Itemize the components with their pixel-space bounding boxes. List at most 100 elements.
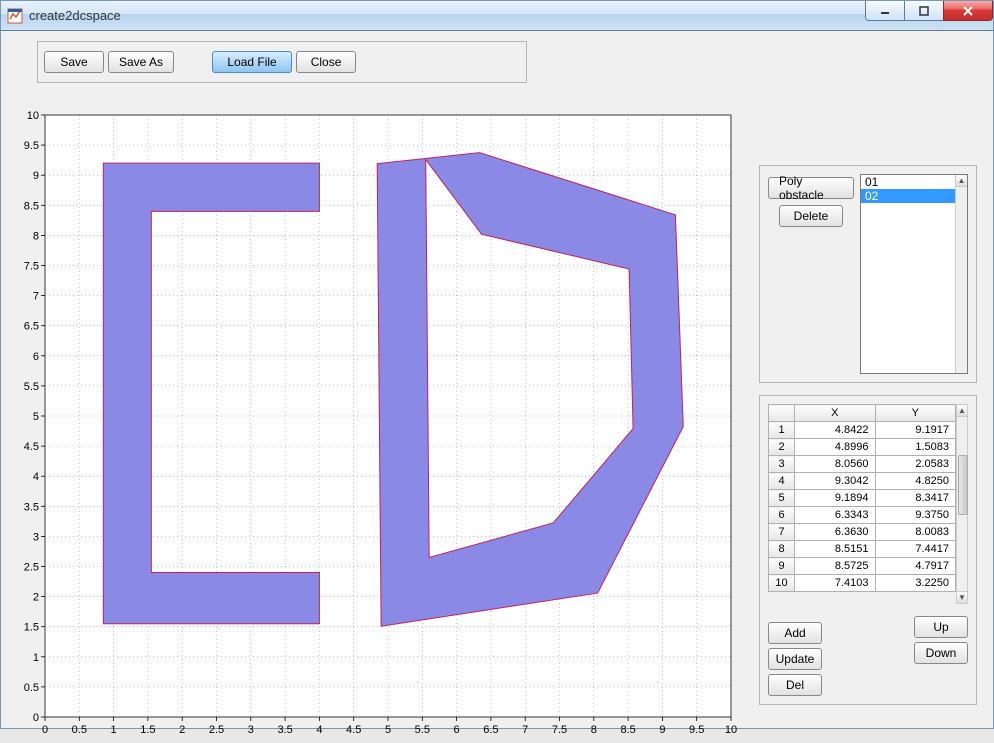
cell-y[interactable]: 1.5083	[875, 439, 956, 456]
app-icon	[7, 8, 23, 24]
svg-text:5.5: 5.5	[415, 724, 430, 736]
listbox-scrollbar[interactable]: ▲	[955, 175, 967, 373]
svg-text:3.5: 3.5	[277, 724, 292, 736]
minimize-button[interactable]	[865, 1, 905, 21]
cspace-plot[interactable]: 00.511.522.533.544.555.566.577.588.599.5…	[13, 107, 739, 743]
table-row[interactable]: 88.51517.4417	[769, 541, 956, 558]
move-down-button[interactable]: Down	[914, 642, 968, 664]
save-button[interactable]: Save	[44, 51, 104, 73]
cell-y[interactable]: 3.2250	[875, 575, 956, 592]
row-index: 5	[769, 490, 795, 507]
delete-obstacle-button[interactable]: Delete	[779, 205, 843, 227]
cell-x[interactable]: 6.3343	[795, 507, 876, 524]
add-vertex-button[interactable]: Add	[768, 622, 822, 644]
cell-x[interactable]: 9.3042	[795, 473, 876, 490]
row-index: 10	[769, 575, 795, 592]
cell-x[interactable]: 6.3630	[795, 524, 876, 541]
scroll-thumb[interactable]	[958, 455, 968, 515]
svg-text:4: 4	[316, 724, 322, 736]
svg-text:7.5: 7.5	[552, 724, 567, 736]
svg-text:0: 0	[42, 724, 48, 736]
svg-text:1: 1	[111, 724, 117, 736]
vertex-table[interactable]: X Y 14.84229.191724.89961.508338.05602.0…	[768, 404, 956, 592]
svg-text:8: 8	[591, 724, 597, 736]
cell-x[interactable]: 4.8422	[795, 422, 876, 439]
move-up-button[interactable]: Up	[914, 616, 968, 638]
list-item[interactable]: 01	[861, 175, 967, 189]
table-row[interactable]: 76.36308.0083	[769, 524, 956, 541]
vertex-panel: X Y 14.84229.191724.89961.508338.05602.0…	[759, 395, 977, 705]
row-index: 6	[769, 507, 795, 524]
row-index: 3	[769, 456, 795, 473]
svg-text:5: 5	[33, 411, 39, 423]
svg-text:1.5: 1.5	[140, 724, 155, 736]
svg-text:6: 6	[454, 724, 460, 736]
col-y-header: Y	[875, 405, 956, 422]
cell-y[interactable]: 9.3750	[875, 507, 956, 524]
svg-text:8.5: 8.5	[620, 724, 635, 736]
maximize-button[interactable]	[904, 1, 944, 21]
svg-text:4: 4	[33, 471, 39, 483]
svg-text:8: 8	[33, 230, 39, 242]
cell-y[interactable]: 7.4417	[875, 541, 956, 558]
svg-text:2.5: 2.5	[209, 724, 224, 736]
update-vertex-button[interactable]: Update	[768, 648, 822, 670]
row-index: 2	[769, 439, 795, 456]
close-button[interactable]: Close	[296, 51, 356, 73]
cell-x[interactable]: 7.4103	[795, 575, 876, 592]
table-row[interactable]: 59.18948.3417	[769, 490, 956, 507]
svg-text:4.5: 4.5	[346, 724, 361, 736]
cell-y[interactable]: 4.7917	[875, 558, 956, 575]
delete-vertex-button[interactable]: Del	[768, 674, 822, 696]
svg-text:1.5: 1.5	[24, 622, 39, 634]
window-title: create2dcspace	[29, 8, 121, 23]
titlebar: create2dcspace	[1, 1, 993, 31]
cell-y[interactable]: 9.1917	[875, 422, 956, 439]
cell-x[interactable]: 8.5725	[795, 558, 876, 575]
cell-x[interactable]: 8.5151	[795, 541, 876, 558]
svg-text:7: 7	[522, 724, 528, 736]
table-row[interactable]: 66.33439.3750	[769, 507, 956, 524]
svg-text:2: 2	[179, 724, 185, 736]
table-row[interactable]: 107.41033.2250	[769, 575, 956, 592]
svg-text:3: 3	[33, 531, 39, 543]
cell-x[interactable]: 9.1894	[795, 490, 876, 507]
cell-y[interactable]: 2.0583	[875, 456, 956, 473]
svg-text:10: 10	[725, 724, 737, 736]
row-index: 9	[769, 558, 795, 575]
table-row[interactable]: 24.89961.5083	[769, 439, 956, 456]
save-as-button[interactable]: Save As	[108, 51, 174, 73]
row-index: 4	[769, 473, 795, 490]
table-row[interactable]: 49.30424.8250	[769, 473, 956, 490]
cell-y[interactable]: 8.3417	[875, 490, 956, 507]
table-row[interactable]: 38.05602.0583	[769, 456, 956, 473]
cell-x[interactable]: 8.0560	[795, 456, 876, 473]
maximize-icon	[919, 6, 929, 16]
svg-text:2.5: 2.5	[24, 562, 39, 574]
row-index: 8	[769, 541, 795, 558]
svg-text:0.5: 0.5	[24, 682, 39, 694]
scroll-down-icon: ▼	[957, 591, 967, 603]
obstacle-listbox[interactable]: 0102 ▲	[860, 174, 968, 374]
svg-text:6.5: 6.5	[24, 321, 39, 333]
cell-y[interactable]: 4.8250	[875, 473, 956, 490]
cell-y[interactable]: 8.0083	[875, 524, 956, 541]
close-window-button[interactable]	[943, 1, 993, 21]
svg-text:5.5: 5.5	[24, 381, 39, 393]
svg-text:0.5: 0.5	[72, 724, 87, 736]
load-file-button[interactable]: Load File	[212, 51, 292, 73]
list-item[interactable]: 02	[861, 189, 967, 203]
close-icon	[962, 5, 974, 17]
svg-text:8.5: 8.5	[24, 200, 39, 212]
table-scrollbar[interactable]: ▲ ▼	[956, 404, 968, 604]
poly-obstacle-button[interactable]: Poly obstacle	[768, 177, 854, 199]
svg-text:7: 7	[33, 291, 39, 303]
scroll-up-icon: ▲	[956, 175, 967, 187]
file-toolbar: Save Save As Load File Close	[37, 41, 527, 83]
row-index: 1	[769, 422, 795, 439]
table-row[interactable]: 98.57254.7917	[769, 558, 956, 575]
table-row[interactable]: 14.84229.1917	[769, 422, 956, 439]
svg-text:7.5: 7.5	[24, 261, 39, 273]
cell-x[interactable]: 4.8996	[795, 439, 876, 456]
svg-text:1: 1	[33, 652, 39, 664]
